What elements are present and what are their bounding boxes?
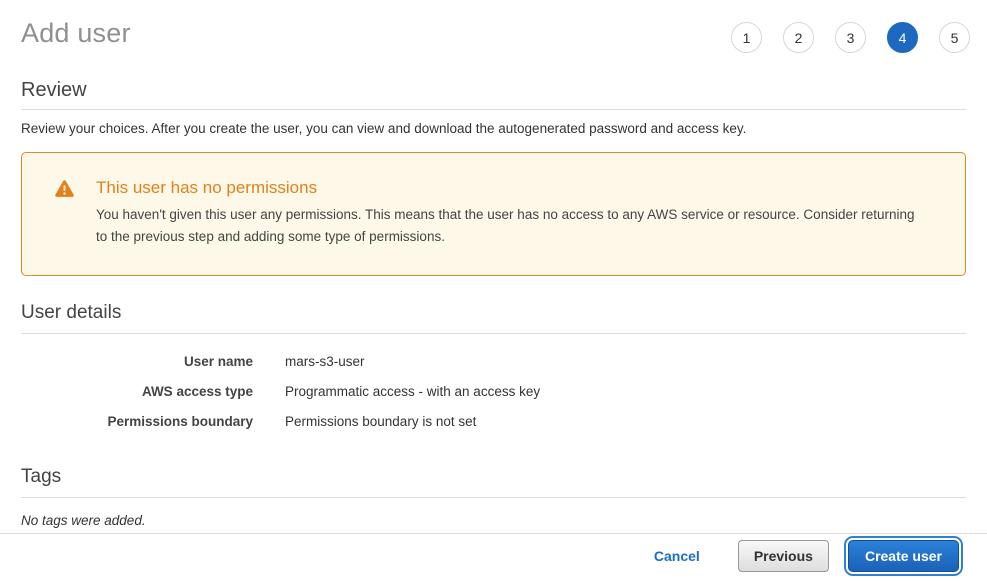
step-indicator-5: 5	[939, 22, 970, 53]
detail-label: Permissions boundary	[21, 414, 253, 429]
wizard-header: Add user 1 2 3 4 5	[0, 0, 987, 53]
review-divider	[21, 109, 966, 110]
detail-label: AWS access type	[21, 384, 253, 399]
create-user-button[interactable]: Create user	[848, 540, 959, 572]
user-details-divider	[21, 333, 966, 334]
detail-label: User name	[21, 354, 253, 369]
wizard-step-indicator: 1 2 3 4 5	[731, 16, 970, 53]
step-indicator-1: 1	[731, 22, 762, 53]
detail-value: Permissions boundary is not set	[285, 414, 476, 429]
main-content: Review Review your choices. After you cr…	[0, 79, 987, 528]
review-section-heading: Review	[21, 79, 966, 102]
previous-button[interactable]: Previous	[738, 540, 829, 572]
tags-divider	[21, 497, 966, 498]
review-description: Review your choices. After you create th…	[21, 121, 966, 136]
step-indicator-4-active: 4	[887, 22, 918, 53]
detail-row-permissions-boundary: Permissions boundary Permissions boundar…	[21, 406, 966, 436]
warning-triangle-icon	[55, 180, 74, 202]
warning-text-block: This user has no permissions You haven't…	[96, 178, 929, 247]
user-details-heading: User details	[21, 302, 966, 324]
detail-value: Programmatic access - with an access key	[285, 384, 540, 399]
warning-body: You haven't given this user any permissi…	[96, 204, 929, 247]
warning-title: This user has no permissions	[96, 178, 929, 198]
wizard-footer: Cancel Previous Create user	[0, 533, 987, 581]
page-title: Add user	[21, 16, 131, 49]
step-indicator-2: 2	[783, 22, 814, 53]
detail-row-user-name: User name mars-s3-user	[21, 346, 966, 376]
cancel-link[interactable]: Cancel	[654, 548, 700, 564]
tags-empty-message: No tags were added.	[21, 513, 966, 528]
detail-row-access-type: AWS access type Programmatic access - wi…	[21, 376, 966, 406]
no-permissions-warning-box: This user has no permissions You haven't…	[21, 152, 966, 276]
user-details-table: User name mars-s3-user AWS access type P…	[21, 346, 966, 436]
step-indicator-3: 3	[835, 22, 866, 53]
tags-heading: Tags	[21, 466, 966, 488]
detail-value: mars-s3-user	[285, 354, 365, 369]
